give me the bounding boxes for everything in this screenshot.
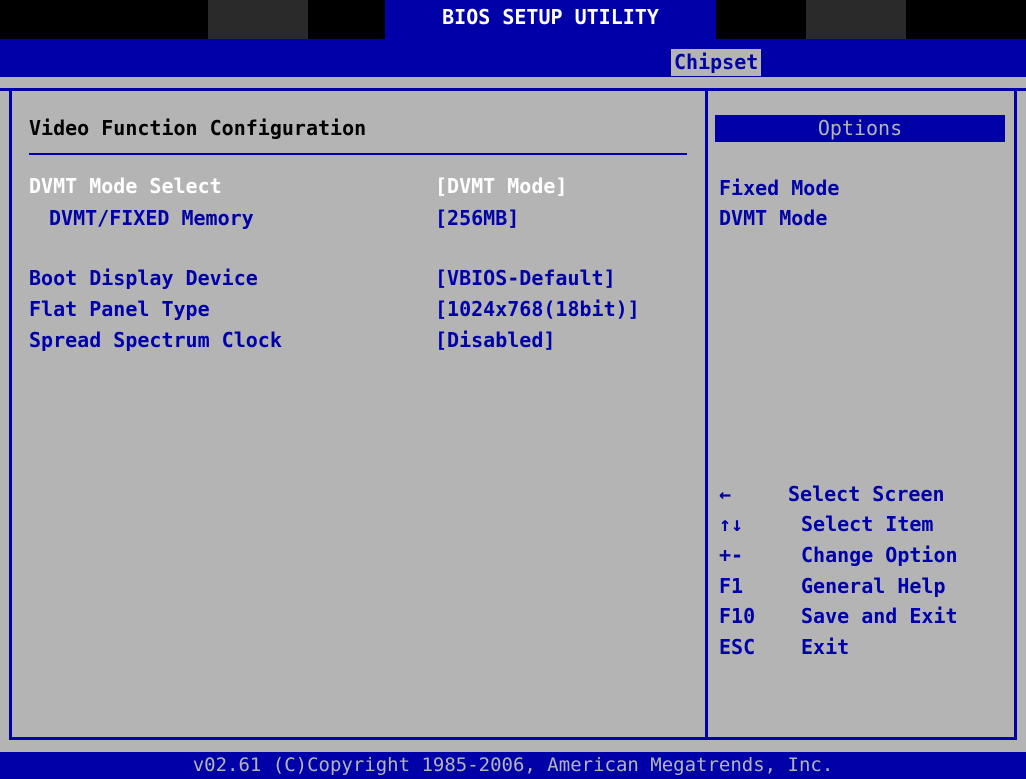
frame-bottom-border — [9, 737, 1017, 740]
title-bar: BIOS SETUP UTILITY — [0, 0, 1026, 39]
key-f10: F10 — [719, 604, 756, 628]
key-desc-change-option: Change Option — [801, 543, 958, 567]
copyright-footer: v02.61 (C)Copyright 1985-2006, American … — [0, 752, 1026, 779]
key-esc: ESC — [719, 635, 756, 659]
setting-value-flat-panel-type[interactable]: [1024x768(18bit)] — [435, 297, 640, 321]
key-desc-select-screen: Select Screen — [788, 482, 945, 506]
setting-label-boot-display-device[interactable]: Boot Display Device — [29, 266, 258, 290]
title-bar-block — [208, 0, 308, 39]
key-desc-exit: Exit — [801, 635, 850, 659]
up-down-arrow-icon: ↑↓ — [719, 512, 744, 536]
tab-chipset[interactable]: Chipset — [671, 49, 762, 76]
frame-left-border — [9, 88, 12, 740]
setting-value-boot-display-device[interactable]: [VBIOS-Default] — [435, 266, 616, 290]
key-desc-general-help: General Help — [801, 574, 946, 598]
tab-bar: Chipset — [0, 39, 1026, 77]
heading-underline — [29, 153, 687, 155]
options-header: Options — [715, 115, 1005, 142]
setting-value-dvmt-mode-select[interactable]: [DVMT Mode] — [435, 174, 567, 198]
key-desc-select-item: Select Item — [801, 512, 934, 536]
option-fixed-mode[interactable]: Fixed Mode — [719, 176, 839, 200]
setting-value-spread-spectrum-clock[interactable]: [Disabled] — [435, 328, 555, 352]
app-title: BIOS SETUP UTILITY — [385, 0, 716, 39]
option-dvmt-mode[interactable]: DVMT Mode — [719, 206, 827, 230]
setting-label-dvmt-fixed-memory[interactable]: DVMT/FIXED Memory — [49, 206, 254, 230]
key-desc-save-and-exit: Save and Exit — [801, 604, 958, 628]
left-arrow-icon: ← — [719, 482, 732, 506]
frame-top-border — [0, 88, 1026, 91]
setting-label-spread-spectrum-clock[interactable]: Spread Spectrum Clock — [29, 328, 282, 352]
page-title: Video Function Configuration — [29, 116, 367, 140]
key-plus-minus: +- — [719, 543, 744, 567]
title-bar-block — [806, 0, 906, 39]
setting-value-dvmt-fixed-memory[interactable]: [256MB] — [435, 206, 519, 230]
setting-label-dvmt-mode-select[interactable]: DVMT Mode Select — [29, 174, 222, 198]
frame-right-border — [1014, 88, 1017, 740]
key-f1: F1 — [719, 574, 744, 598]
setting-label-flat-panel-type[interactable]: Flat Panel Type — [29, 297, 210, 321]
panel-divider — [705, 88, 708, 740]
